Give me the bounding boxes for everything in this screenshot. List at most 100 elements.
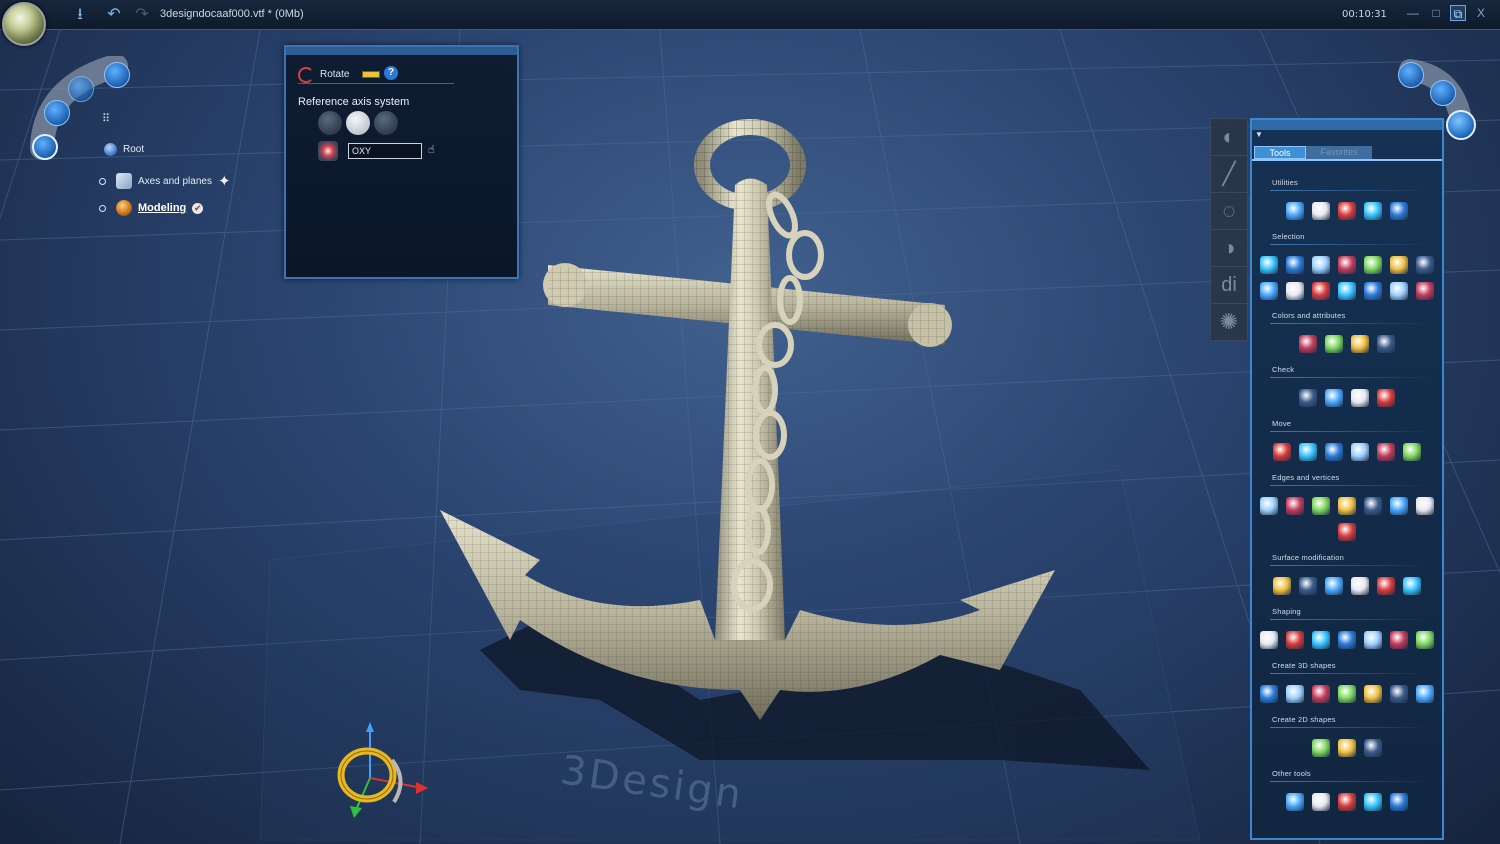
- tool-icon[interactable]: [1286, 685, 1304, 703]
- tool-icon[interactable]: [1286, 497, 1304, 515]
- tool-icon[interactable]: [1351, 577, 1369, 595]
- tool-icon[interactable]: [1377, 577, 1395, 595]
- axis-system-field[interactable]: [348, 143, 422, 159]
- tool-icon[interactable]: [1338, 202, 1356, 220]
- tool-icon[interactable]: [1312, 631, 1330, 649]
- axis-system-icon[interactable]: [318, 111, 342, 135]
- tool-icon[interactable]: [1364, 497, 1382, 515]
- view-top-icon[interactable]: [104, 62, 130, 88]
- tool-icon[interactable]: [1260, 256, 1278, 274]
- tool-icon[interactable]: [1312, 685, 1330, 703]
- pin-icon[interactable]: ✦: [218, 172, 231, 190]
- tool-icon[interactable]: [1325, 577, 1343, 595]
- tool-icon[interactable]: [1312, 282, 1330, 300]
- module-organic-icon[interactable]: ◌: [1210, 192, 1248, 230]
- tool-icon[interactable]: [1286, 282, 1304, 300]
- tool-icon[interactable]: [1325, 335, 1343, 353]
- tool-icon[interactable]: [1260, 282, 1278, 300]
- tool-icon[interactable]: [1364, 685, 1382, 703]
- tree-item-root[interactable]: Root: [104, 143, 144, 156]
- tool-icon[interactable]: [1416, 631, 1434, 649]
- tool-icon[interactable]: [1312, 793, 1330, 811]
- tool-icon[interactable]: [1338, 256, 1356, 274]
- tree-item-axes[interactable]: Axes and planes ✦: [99, 172, 231, 190]
- tool-icon[interactable]: [1273, 443, 1291, 461]
- tool-icon[interactable]: [1286, 256, 1304, 274]
- tool-icon[interactable]: [1260, 497, 1278, 515]
- tool-icon[interactable]: [1299, 443, 1317, 461]
- tool-icon[interactable]: [1390, 631, 1408, 649]
- tool-icon[interactable]: [1390, 202, 1408, 220]
- tool-icon[interactable]: [1325, 389, 1343, 407]
- tool-icon[interactable]: [1390, 282, 1408, 300]
- tool-icon[interactable]: [1390, 793, 1408, 811]
- app-logo-icon[interactable]: [2, 2, 46, 46]
- tool-icon[interactable]: [1390, 256, 1408, 274]
- tool-icon[interactable]: [1364, 793, 1382, 811]
- tab-tools[interactable]: Tools: [1254, 146, 1306, 159]
- tool-icon[interactable]: [1403, 443, 1421, 461]
- tool-icon[interactable]: [1325, 443, 1343, 461]
- tool-icon[interactable]: [1338, 685, 1356, 703]
- expand-icon[interactable]: [99, 177, 106, 185]
- undo-icon[interactable]: ↶: [104, 6, 124, 24]
- expand-icon[interactable]: [99, 204, 106, 212]
- tool-icon[interactable]: [1286, 793, 1304, 811]
- tool-icon[interactable]: [1390, 685, 1408, 703]
- module-sculpt-icon[interactable]: ◐: [1210, 118, 1248, 156]
- tool-icon[interactable]: [1338, 739, 1356, 757]
- grid-icon[interactable]: ⠿: [102, 112, 114, 125]
- minimize-icon[interactable]: —: [1405, 5, 1421, 21]
- tool-icon[interactable]: [1338, 497, 1356, 515]
- tool-icon[interactable]: [1364, 256, 1382, 274]
- axis-local-icon[interactable]: [374, 111, 398, 135]
- tool-icon[interactable]: [1364, 202, 1382, 220]
- tool-icon[interactable]: [1390, 497, 1408, 515]
- tree-item-modeling[interactable]: Modeling ✔: [99, 200, 204, 216]
- module-di-icon[interactable]: di: [1210, 266, 1248, 304]
- tool-icon[interactable]: [1312, 497, 1330, 515]
- module-curve-icon[interactable]: ╱: [1210, 155, 1248, 193]
- tool-icon[interactable]: [1364, 631, 1382, 649]
- view-left-icon[interactable]: [44, 100, 70, 126]
- tool-icon[interactable]: [1312, 739, 1330, 757]
- tool-icon[interactable]: [1364, 739, 1382, 757]
- collapse-icon[interactable]: ▼: [1255, 130, 1263, 139]
- view-3d-icon[interactable]: [1446, 110, 1476, 140]
- tool-icon[interactable]: [1351, 335, 1369, 353]
- tool-icon[interactable]: [1351, 389, 1369, 407]
- tool-icon[interactable]: [1338, 282, 1356, 300]
- help-icon[interactable]: ?: [384, 66, 398, 80]
- tool-icon[interactable]: [1299, 577, 1317, 595]
- redo-icon[interactable]: ↷: [132, 6, 152, 24]
- tool-icon[interactable]: [1364, 282, 1382, 300]
- close-icon[interactable]: X: [1473, 5, 1489, 21]
- tool-icon[interactable]: [1377, 335, 1395, 353]
- view-iso-icon[interactable]: [1398, 62, 1424, 88]
- tool-icon[interactable]: [1416, 685, 1434, 703]
- tool-icon[interactable]: [1416, 497, 1434, 515]
- module-render-icon[interactable]: ✺: [1210, 303, 1248, 341]
- tool-icon[interactable]: [1312, 202, 1330, 220]
- tool-icon[interactable]: [1273, 577, 1291, 595]
- tool-icon[interactable]: [1416, 282, 1434, 300]
- save-icon[interactable]: ⭳: [70, 6, 90, 24]
- ruler-icon[interactable]: [362, 71, 380, 78]
- tool-icon[interactable]: [1260, 631, 1278, 649]
- module-surface-icon[interactable]: ◑: [1210, 229, 1248, 267]
- tool-icon[interactable]: [1286, 631, 1304, 649]
- tool-icon[interactable]: [1416, 256, 1434, 274]
- tab-favorites[interactable]: Favorites: [1306, 146, 1372, 159]
- tool-icon[interactable]: [1338, 523, 1356, 541]
- tool-icon[interactable]: [1377, 389, 1395, 407]
- target-icon[interactable]: [318, 141, 338, 161]
- tool-icon[interactable]: [1338, 793, 1356, 811]
- tool-icon[interactable]: [1338, 631, 1356, 649]
- tool-icon[interactable]: [1312, 256, 1330, 274]
- view-front-icon[interactable]: [68, 76, 94, 102]
- tool-icon[interactable]: [1299, 389, 1317, 407]
- tool-icon[interactable]: [1351, 443, 1369, 461]
- restore-icon[interactable]: ⧉: [1450, 5, 1466, 21]
- axis-gizmo[interactable]: [312, 720, 452, 830]
- tool-icon[interactable]: [1286, 202, 1304, 220]
